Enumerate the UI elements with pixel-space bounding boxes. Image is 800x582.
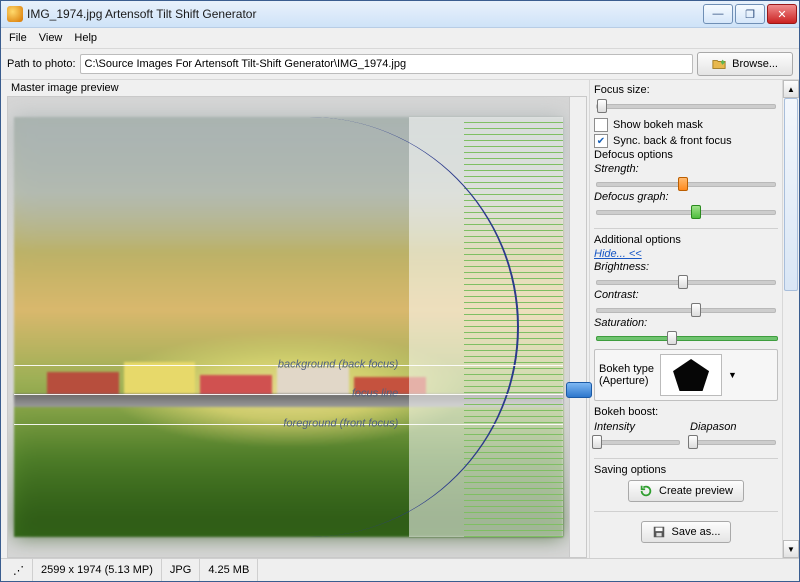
preview-slider-thumb[interactable] (566, 382, 592, 398)
app-icon (7, 6, 23, 22)
preview-slider[interactable] (570, 96, 587, 558)
intensity-label: Intensity (594, 421, 682, 433)
chevron-down-icon[interactable]: ▼ (728, 370, 737, 380)
bokeh-boost-label: Bokeh boost: (594, 406, 778, 418)
save-as-button[interactable]: Save as... (641, 521, 732, 543)
scrollbar-thumb[interactable] (784, 98, 798, 291)
defocus-options-label: Defocus options (594, 149, 778, 161)
contrast-slider[interactable] (594, 302, 778, 316)
status-dimensions: 2599 x 1974 (5.13 MP) (33, 559, 162, 581)
diapason-slider[interactable] (690, 434, 778, 448)
sync-focus-label: Sync. back & front focus (613, 135, 732, 147)
defocus-graph-label: Defocus graph: (594, 191, 778, 203)
strength-slider[interactable] (594, 176, 778, 190)
pentagon-icon (673, 359, 709, 391)
bokeh-type-label: Bokeh type (Aperture) (599, 363, 654, 387)
window-titlebar: IMG_1974.jpg Artensoft Tilt Shift Genera… (1, 1, 799, 28)
front-focus-label: foreground (front focus) (283, 417, 398, 429)
preview-label: Master image preview (11, 82, 587, 94)
back-focus-label: background (back focus) (278, 358, 398, 370)
additional-options-label: Additional options (594, 234, 778, 246)
minimize-button[interactable]: — (703, 4, 733, 24)
menu-file[interactable]: File (9, 32, 27, 44)
diapason-label: Diapason (690, 421, 778, 433)
status-bar: ⋰ 2599 x 1974 (5.13 MP) JPG 4.25 MB (1, 558, 799, 581)
path-input[interactable] (80, 54, 694, 74)
saturation-label: Saturation: (594, 317, 778, 329)
scroll-down-icon[interactable]: ▼ (783, 540, 799, 558)
status-format: JPG (162, 559, 200, 581)
panel-scrollbar[interactable]: ▲ ▼ (782, 80, 799, 558)
saturation-slider[interactable] (594, 330, 778, 344)
brightness-slider[interactable] (594, 274, 778, 288)
show-bokeh-checkbox[interactable]: Show bokeh mask (594, 118, 778, 132)
intensity-slider[interactable] (594, 434, 682, 448)
focus-size-slider[interactable] (594, 98, 778, 112)
sync-focus-checkbox[interactable]: ✔ Sync. back & front focus (594, 134, 778, 148)
status-filesize: 4.25 MB (200, 559, 258, 581)
path-label: Path to photo: (7, 58, 76, 70)
focus-size-label: Focus size: (594, 84, 778, 96)
maximize-button[interactable]: ❐ (735, 4, 765, 24)
focus-line[interactable] (14, 394, 563, 395)
create-preview-button[interactable]: Create preview (628, 480, 744, 502)
folder-icon (712, 57, 726, 71)
bokeh-aperture-preview (660, 354, 722, 396)
image-preview[interactable]: background (back focus) focus line foreg… (7, 96, 570, 558)
close-button[interactable]: ✕ (767, 4, 797, 24)
defocus-graph-slider[interactable] (594, 204, 778, 218)
browse-label: Browse... (732, 58, 778, 70)
focus-overlay[interactable]: background (back focus) focus line foreg… (14, 117, 563, 537)
refresh-icon (639, 484, 653, 498)
contrast-label: Contrast: (594, 289, 778, 301)
strength-label: Strength: (594, 163, 778, 175)
hide-options-link[interactable]: Hide... << (594, 248, 642, 260)
create-preview-label: Create preview (659, 485, 733, 497)
window-title: IMG_1974.jpg Artensoft Tilt Shift Genera… (27, 7, 703, 21)
save-as-label: Save as... (672, 526, 721, 538)
brightness-label: Brightness: (594, 261, 778, 273)
scroll-up-icon[interactable]: ▲ (783, 80, 799, 98)
status-resize-grip[interactable]: ⋰ (5, 559, 33, 581)
save-icon (652, 525, 666, 539)
menu-help[interactable]: Help (74, 32, 97, 44)
path-row: Path to photo: Browse... (1, 49, 799, 80)
menu-bar: File View Help (1, 28, 799, 49)
bokeh-type-selector[interactable]: Bokeh type (Aperture) ▼ (594, 349, 778, 401)
focus-line-label: focus line (352, 388, 398, 400)
menu-view[interactable]: View (39, 32, 63, 44)
browse-button[interactable]: Browse... (697, 52, 793, 76)
saving-options-label: Saving options (594, 464, 778, 476)
options-panel: Focus size: Show bokeh mask ✔ Sync. back… (589, 80, 782, 558)
show-bokeh-label: Show bokeh mask (613, 119, 703, 131)
